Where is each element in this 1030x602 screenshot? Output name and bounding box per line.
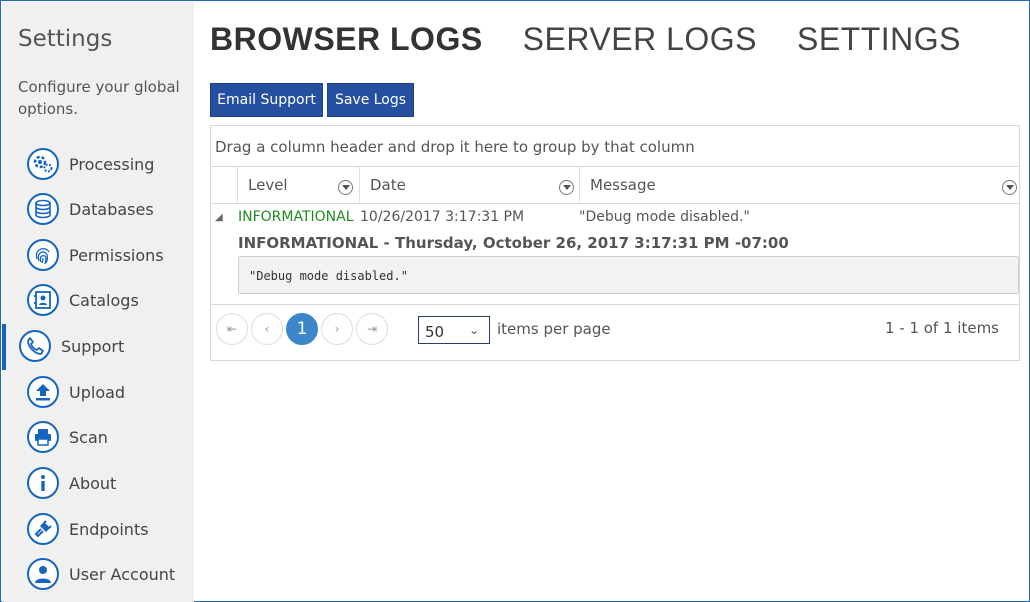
next-page-button[interactable]: › xyxy=(321,313,353,345)
column-header-date[interactable]: Date xyxy=(359,167,579,203)
save-logs-button[interactable]: Save Logs xyxy=(327,83,414,117)
filter-icon[interactable] xyxy=(1002,180,1017,195)
date-cell: 10/26/2017 3:17:31 PM xyxy=(360,209,525,225)
plug-icon xyxy=(27,513,59,545)
sidebar-item-databases[interactable]: Databases xyxy=(2,187,194,231)
group-drop-area[interactable]: Drag a column header and drop it here to… xyxy=(215,138,695,156)
page-size-select[interactable]: 50 ⌄ xyxy=(418,316,490,344)
fingerprint-icon xyxy=(27,239,59,271)
logs-grid: Drag a column header and drop it here to… xyxy=(210,125,1020,361)
contact-card-icon xyxy=(27,284,59,316)
sidebar-item-label: Databases xyxy=(69,199,154,219)
sidebar-item-label: About xyxy=(69,473,117,493)
sidebar-item-label: User Account xyxy=(69,564,176,584)
chevron-right-icon: › xyxy=(334,322,340,336)
detail-title: INFORMATIONAL - Thursday, October 26, 20… xyxy=(238,234,789,252)
sidebar-item-label: Support xyxy=(61,336,125,356)
sidebar-title: Settings xyxy=(18,26,113,52)
sidebar-item-scan[interactable]: Scan xyxy=(2,415,194,459)
sidebar-item-support[interactable]: Support xyxy=(2,324,194,370)
level-cell: INFORMATIONAL xyxy=(238,209,354,225)
detail-box: "Debug mode disabled." xyxy=(238,256,1019,294)
tab-bar: BROWSER LOGS SERVER LOGS SETTINGS xyxy=(210,21,1001,65)
grid-header: Level Date Message xyxy=(211,166,1019,204)
sidebar-item-about[interactable]: About xyxy=(2,461,194,505)
email-support-button[interactable]: Email Support xyxy=(210,83,323,117)
phone-icon xyxy=(19,330,51,362)
sidebar-item-user-account[interactable]: User Account xyxy=(2,552,194,596)
sidebar-item-label: Scan xyxy=(69,427,108,447)
first-page-icon: ⇤ xyxy=(226,322,238,336)
sidebar-item-label: Catalogs xyxy=(69,290,139,310)
pager: ⇤ ‹ 1 › ⇥ 50 ⌄ items per page 1 - 1 of 1… xyxy=(211,304,1019,360)
pager-info: 1 - 1 of 1 items xyxy=(884,319,999,337)
table-row[interactable]: ◢ INFORMATIONAL 10/26/2017 3:17:31 PM "D… xyxy=(211,206,1019,232)
message-cell: "Debug mode disabled." xyxy=(579,209,750,225)
database-icon xyxy=(27,193,59,225)
printer-icon xyxy=(27,421,59,453)
user-icon xyxy=(27,558,59,590)
page-size-label: items per page xyxy=(497,320,611,338)
gears-icon xyxy=(27,148,59,180)
tab-settings[interactable]: SETTINGS xyxy=(797,21,961,65)
sidebar-item-label: Endpoints xyxy=(69,519,149,539)
chevron-down-icon: ⌄ xyxy=(468,323,479,337)
chevron-left-icon: ‹ xyxy=(264,322,270,336)
sidebar-item-processing[interactable]: Processing xyxy=(2,142,194,186)
info-icon xyxy=(27,467,59,499)
sidebar-item-permissions[interactable]: Permissions xyxy=(2,233,194,277)
tab-browser-logs[interactable]: BROWSER LOGS xyxy=(210,21,483,65)
column-header-level[interactable]: Level xyxy=(237,167,359,203)
sidebar: Settings Configure your global options. … xyxy=(2,2,194,602)
column-header-label: Level xyxy=(248,176,288,194)
last-page-button[interactable]: ⇥ xyxy=(356,313,388,345)
sidebar-item-label: Permissions xyxy=(69,245,164,265)
upload-icon xyxy=(27,376,59,408)
last-page-icon: ⇥ xyxy=(366,322,378,336)
page-number-button[interactable]: 1 xyxy=(286,313,318,345)
prev-page-button[interactable]: ‹ xyxy=(251,313,283,345)
sidebar-item-upload[interactable]: Upload xyxy=(2,370,194,414)
sidebar-item-endpoints[interactable]: Endpoints xyxy=(2,507,194,551)
column-header-label: Date xyxy=(370,176,406,194)
first-page-button[interactable]: ⇤ xyxy=(216,313,248,345)
sidebar-item-label: Processing xyxy=(69,154,155,174)
tab-server-logs[interactable]: SERVER LOGS xyxy=(523,21,757,65)
column-header-message[interactable]: Message xyxy=(579,167,1019,203)
filter-icon[interactable] xyxy=(559,180,574,195)
sidebar-description: Configure your global options. xyxy=(18,78,180,118)
column-header-label: Message xyxy=(590,176,656,194)
sidebar-item-label: Upload xyxy=(69,382,126,402)
filter-icon[interactable] xyxy=(338,180,353,195)
app-window: Settings Configure your global options. … xyxy=(0,0,1030,602)
page-size-value: 50 xyxy=(425,323,445,341)
detail-text: "Debug mode disabled." xyxy=(249,269,408,283)
collapse-triangle-icon[interactable]: ◢ xyxy=(215,212,223,223)
sidebar-item-catalogs[interactable]: Catalogs xyxy=(2,278,194,322)
